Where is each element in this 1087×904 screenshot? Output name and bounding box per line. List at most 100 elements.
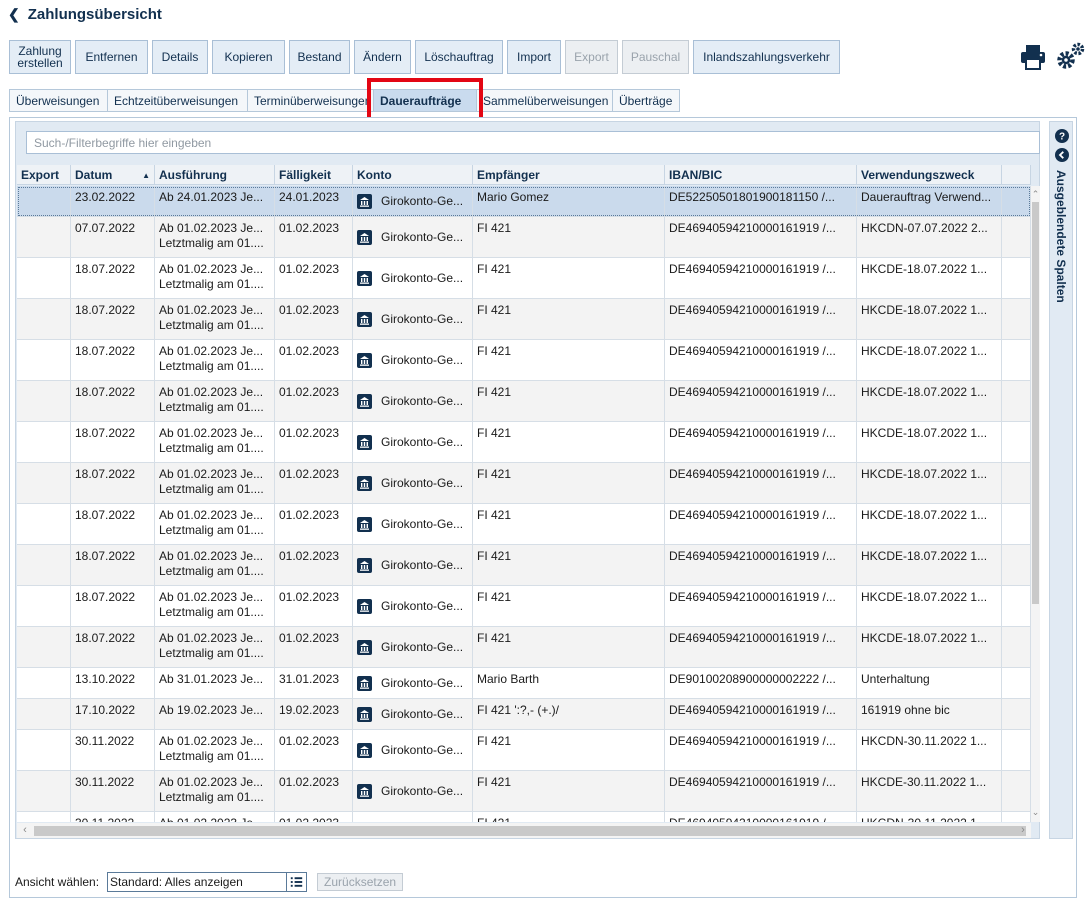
- toolbar-button-10[interactable]: Inlandszahlungsverkehr: [693, 40, 840, 74]
- scroll-up-icon[interactable]: ⌃: [1031, 188, 1040, 200]
- cell-filler: [1002, 812, 1031, 822]
- view-select[interactable]: Standard: Alles anzeigen: [107, 872, 308, 892]
- cell-iban: DE46940594210000161919 /...: [665, 545, 857, 585]
- vertical-scroll-thumb[interactable]: [1032, 202, 1039, 604]
- tab-5[interactable]: Überträge: [612, 89, 680, 112]
- cell-iban: DE52250501801900181150 /...: [665, 186, 857, 216]
- cell-export: [17, 258, 71, 298]
- back-chevron-icon[interactable]: ❮: [8, 6, 20, 23]
- cell-konto: Girokonto-Ge...: [353, 504, 473, 544]
- toolbar-button-2[interactable]: Details: [152, 40, 208, 74]
- table-row[interactable]: 30.11.2022 Ab 01.02.2023 Je... Letztmalig …: [17, 771, 1031, 812]
- help-icon[interactable]: ?: [1055, 129, 1069, 143]
- hidden-columns-label[interactable]: Ausgeblendete Spalten: [1054, 170, 1068, 303]
- table-row[interactable]: 18.07.2022 Ab 01.02.2023 Je... Letztmalig …: [17, 463, 1031, 504]
- konto-label: Girokonto-Ge...: [381, 516, 464, 531]
- toolbar-button-3[interactable]: Kopieren: [212, 40, 285, 74]
- cell-verwendungszweck: HKCDE-30.11.2022 1...: [857, 771, 1002, 811]
- toolbar-button-5[interactable]: Ändern: [354, 40, 411, 74]
- cell-faelligkeit: 01.02.2023: [275, 812, 353, 822]
- collapse-left-icon[interactable]: [1055, 148, 1069, 162]
- toolbar: Zahlung erstellen Entfernen Details Kopiere…: [9, 40, 840, 74]
- table-row[interactable]: 18.07.2022 Ab 01.02.2023 Je... Letztmalig …: [17, 545, 1031, 586]
- column-header-label: Export: [21, 168, 60, 182]
- table-row[interactable]: 23.02.2022 Ab 24.01.2023 Je... 24.01.2023 G…: [17, 186, 1031, 217]
- table-row[interactable]: 18.07.2022 Ab 01.02.2023 Je... Letztmalig …: [17, 586, 1031, 627]
- cell-filler: [1002, 299, 1031, 339]
- table-row[interactable]: 18.07.2022 Ab 01.02.2023 Je... Letztmalig …: [17, 422, 1031, 463]
- table-row[interactable]: 07.07.2022 Ab 01.02.2023 Je... Letztmalig …: [17, 217, 1031, 258]
- tab-1[interactable]: Echtzeitüberweisungen: [107, 89, 247, 112]
- table-row[interactable]: 18.07.2022 Ab 01.02.2023 Je... Letztmalig …: [17, 381, 1031, 422]
- vertical-scrollbar[interactable]: ⌃ ⌄: [1031, 186, 1040, 822]
- cell-empfaenger: Mario Gomez: [473, 186, 665, 216]
- tab-2[interactable]: Terminüberweisungen: [247, 89, 373, 112]
- ausfuehrung-line: Ab 01.02.2023 Je...: [159, 549, 264, 563]
- bank-icon: [357, 516, 372, 532]
- bank-icon: [357, 229, 372, 245]
- ausfuehrung-line: Ab 01.02.2023 Je...: [159, 467, 264, 481]
- table-row[interactable]: 30.11.2022 Ab 01.02.2023 Je... Letztmalig …: [17, 730, 1031, 771]
- tab-0[interactable]: Überweisungen: [9, 89, 107, 112]
- cell-datum: 30.11.2022: [71, 730, 155, 770]
- scroll-down-icon[interactable]: ⌄: [1031, 806, 1040, 818]
- settings-gears-icon[interactable]: [1055, 40, 1085, 72]
- scroll-right-icon[interactable]: ›: [1017, 823, 1029, 838]
- table-row[interactable]: 18.07.2022 Ab 01.02.2023 Je... Letztmalig …: [17, 340, 1031, 381]
- column-header-0[interactable]: Export: [17, 165, 71, 185]
- reset-button[interactable]: Zurücksetzen: [317, 873, 404, 891]
- toolbar-button-7[interactable]: Import: [507, 40, 561, 74]
- cell-iban: DE46940594210000161919 /...: [665, 771, 857, 811]
- column-header-2[interactable]: Ausführung: [155, 165, 275, 185]
- ausfuehrung-line: Ab 01.02.2023 Je...: [159, 631, 264, 645]
- table-row[interactable]: 30.11.2022 Ab 01.02.2023 Je... 01.02.2023 F…: [17, 812, 1031, 822]
- table-row[interactable]: 18.07.2022 Ab 01.02.2023 Je... Letztmalig …: [17, 299, 1031, 340]
- horizontal-scroll-thumb[interactable]: [34, 826, 1026, 836]
- sort-ascending-icon[interactable]: ▲: [142, 171, 150, 180]
- toolbar-button-6[interactable]: Löschauftrag: [415, 40, 503, 74]
- scroll-left-icon[interactable]: ‹: [19, 823, 31, 838]
- table-row[interactable]: 18.07.2022 Ab 01.02.2023 Je... Letztmalig …: [17, 258, 1031, 299]
- cell-export: [17, 545, 71, 585]
- column-header-4[interactable]: Konto: [353, 165, 473, 185]
- cell-ausfuehrung: Ab 31.01.2023 Je...: [155, 668, 275, 698]
- toolbar-button-4[interactable]: Bestand: [289, 40, 350, 74]
- column-header-7[interactable]: Verwendungszweck: [857, 165, 1002, 185]
- toolbar-button-8: Export: [565, 40, 618, 74]
- column-header-3[interactable]: Fälligkeit: [275, 165, 353, 185]
- cell-faelligkeit: 01.02.2023: [275, 730, 353, 770]
- ausfuehrung-last-line: Letztmalig am 01....: [159, 790, 264, 804]
- table-row[interactable]: 17.10.2022 Ab 19.02.2023 Je... 19.02.2023 G…: [17, 699, 1031, 730]
- table-row[interactable]: 13.10.2022 Ab 31.01.2023 Je... 31.01.2023 G…: [17, 668, 1031, 699]
- list-icon[interactable]: [286, 873, 306, 891]
- table-row[interactable]: 18.07.2022 Ab 01.02.2023 Je... Letztmalig …: [17, 504, 1031, 545]
- cell-iban: DE46940594210000161919 /...: [665, 586, 857, 626]
- ausfuehrung-line: Ab 31.01.2023 Je...: [159, 672, 264, 686]
- table-row[interactable]: 18.07.2022 Ab 01.02.2023 Je... Letztmalig …: [17, 627, 1031, 668]
- cell-iban: DE46940594210000161919 /...: [665, 299, 857, 339]
- ausfuehrung-line: Ab 01.02.2023 Je...: [159, 303, 264, 317]
- konto-label: Girokonto-Ge...: [381, 193, 464, 208]
- cell-filler: [1002, 771, 1031, 811]
- toolbar-button-0[interactable]: Zahlung erstellen: [9, 40, 71, 74]
- cell-datum: 18.07.2022: [71, 545, 155, 585]
- cell-konto: Girokonto-Ge...: [353, 217, 473, 257]
- tab-3[interactable]: Daueraufträge: [373, 89, 476, 112]
- column-header-5[interactable]: Empfänger: [473, 165, 665, 185]
- column-header-1[interactable]: Datum ▲: [71, 165, 155, 185]
- cell-verwendungszweck: HKCDE-18.07.2022 1...: [857, 463, 1002, 503]
- horizontal-scrollbar[interactable]: ‹ ›: [17, 823, 1031, 838]
- search-input[interactable]: [26, 131, 1040, 154]
- tab-4[interactable]: Sammelüberweisungen: [476, 89, 612, 112]
- hidden-columns-panel[interactable]: ? Ausgeblendete Spalten: [1049, 121, 1073, 839]
- konto-label: Girokonto-Ge...: [381, 742, 464, 757]
- column-header-6[interactable]: IBAN/BIC: [665, 165, 857, 185]
- print-icon[interactable]: [1019, 43, 1047, 71]
- cell-konto: Girokonto-Ge...: [353, 730, 473, 770]
- cell-empfaenger: FI 421: [473, 545, 665, 585]
- cell-empfaenger: FI 421: [473, 463, 665, 503]
- cell-ausfuehrung: Ab 01.02.2023 Je... Letztmalig am 01....: [155, 299, 275, 339]
- ausfuehrung-last-line: Letztmalig am 01....: [159, 523, 264, 537]
- cell-export: [17, 217, 71, 257]
- toolbar-button-1[interactable]: Entfernen: [75, 40, 148, 74]
